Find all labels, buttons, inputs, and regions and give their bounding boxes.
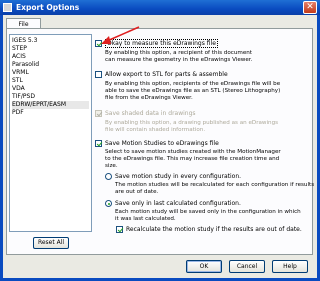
recalculate-label: Recalculate the motion study if the resu… [126, 226, 302, 233]
list-item[interactable]: VDA [12, 85, 89, 93]
list-item[interactable]: Parasolid [12, 61, 89, 69]
window-title: Export Options [16, 3, 80, 12]
stl-checkbox[interactable] [95, 71, 102, 78]
list-item[interactable]: STL [12, 77, 89, 85]
format-list[interactable]: IGES 5.3 STEP ACIS Parasolid VRML STL VD… [9, 34, 92, 232]
list-item[interactable]: IGES 5.3 [12, 37, 89, 45]
every-config-label: Save motion study in every configuration… [115, 173, 242, 180]
list-item[interactable]: ACIS [12, 53, 89, 61]
measure-desc-line: By enabling this option, a recipient of … [105, 50, 252, 56]
motion-desc-line: Select to save motion studies created wi… [105, 149, 281, 155]
motion-desc-line: size. [105, 163, 118, 169]
shaded-data-label: Save shaded data in drawings [105, 110, 196, 117]
list-item[interactable]: PDF [12, 109, 89, 117]
stl-desc-line: file from the eDrawings Viewer. [105, 95, 193, 101]
reset-all-button[interactable]: Reset All [33, 237, 69, 249]
cancel-button[interactable]: Cancel [229, 260, 265, 273]
last-config-label: Save only in last calculated configurati… [115, 200, 241, 207]
red-arrow-annotation [101, 26, 140, 44]
list-item[interactable]: STEP [12, 45, 89, 53]
shaded-desc-line: file will contain shaded information. [105, 127, 206, 133]
motion-studies-label: Save Motion Studies to eDrawings file [105, 140, 219, 147]
help-button[interactable]: Help [272, 260, 308, 273]
measure-desc-line: can measure the geometry in the eDrawing… [105, 57, 253, 63]
recalculate-checkbox[interactable] [116, 226, 123, 233]
app-icon [3, 3, 12, 12]
ok-button[interactable]: OK [186, 260, 222, 273]
last-config-radio[interactable] [105, 200, 112, 207]
stl-label: Allow export to STL for parts & assemble [105, 71, 228, 78]
every-config-desc-line: are out of date. [115, 189, 159, 195]
stl-desc-line: able to save the eDrawings file as an ST… [105, 88, 281, 94]
last-config-desc-line: Each motion study will be saved only in … [115, 209, 301, 215]
title-bar: Export Options ✕ [0, 0, 320, 15]
list-item[interactable]: VRML [12, 69, 89, 77]
stl-desc-line: By enabling this option, recipients of t… [105, 81, 281, 87]
shaded-desc-line: By enabling this option, a drawing publi… [105, 120, 279, 126]
close-button[interactable]: ✕ [303, 1, 317, 14]
shaded-data-checkbox[interactable] [95, 110, 102, 117]
every-config-desc-line: The motion studies will be recalculated … [115, 182, 315, 188]
motion-desc-line: to the eDrawings file. This may increase… [105, 156, 280, 162]
list-item-selected[interactable]: EDRW/EPRT/EASM [12, 101, 89, 109]
list-item[interactable]: TIF/PSD [12, 93, 89, 101]
motion-studies-checkbox[interactable] [95, 140, 102, 147]
last-config-desc-line: it was last calculated. [115, 216, 176, 222]
every-config-radio[interactable] [105, 173, 112, 180]
